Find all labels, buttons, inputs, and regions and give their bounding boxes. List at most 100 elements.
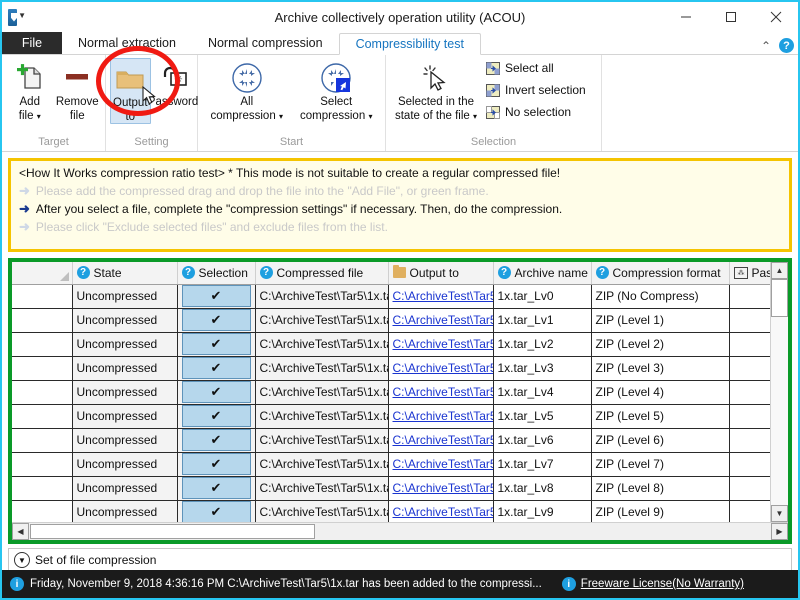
cell-compression-format[interactable]: ZIP (Level 7) <box>591 452 729 476</box>
cell-compression-format[interactable]: ZIP (Level 2) <box>591 332 729 356</box>
remove-file-button[interactable]: Remove file <box>54 58 102 122</box>
table-row[interactable]: Uncompressed✔C:\ArchiveTest\Tar5\1x.tarC… <box>12 476 770 500</box>
cell-output-to[interactable]: C:\ArchiveTest\Tar5 <box>388 332 493 356</box>
cell-password[interactable] <box>729 380 770 404</box>
selection-checkbox[interactable]: ✔ <box>182 405 251 427</box>
select-all-button[interactable]: Select all <box>486 58 586 78</box>
selection-checkbox[interactable]: ✔ <box>182 285 251 307</box>
cell-archive-name[interactable]: 1x.tar_Lv5 <box>493 404 591 428</box>
cell-archive-name[interactable]: 1x.tar_Lv2 <box>493 332 591 356</box>
cell-output-to[interactable]: C:\ArchiveTest\Tar5 <box>388 404 493 428</box>
scroll-left-button[interactable]: ◀ <box>12 523 29 540</box>
cell-compression-format[interactable]: ZIP (Level 6) <box>591 428 729 452</box>
help-icon[interactable]: ? <box>779 38 794 53</box>
column-header-corner[interactable] <box>12 262 72 284</box>
table-row[interactable]: Uncompressed✔C:\ArchiveTest\Tar5\1x.tarC… <box>12 404 770 428</box>
cell-password[interactable] <box>729 404 770 428</box>
row-header-cell[interactable] <box>12 284 72 308</box>
minimize-button[interactable] <box>663 2 708 32</box>
password-button[interactable]: ✳ Password <box>151 58 196 109</box>
output-to-link[interactable]: C:\ArchiveTest\Tar5 <box>393 433 494 447</box>
output-to-link[interactable]: C:\ArchiveTest\Tar5 <box>393 409 494 423</box>
cell-archive-name[interactable]: 1x.tar_Lv0 <box>493 284 591 308</box>
maximize-button[interactable] <box>708 2 753 32</box>
scroll-right-button[interactable]: ▶ <box>771 523 788 540</box>
cell-compression-format[interactable]: ZIP (Level 4) <box>591 380 729 404</box>
cell-output-to[interactable]: C:\ArchiveTest\Tar5 <box>388 452 493 476</box>
cell-password[interactable] <box>729 500 770 522</box>
cell-compression-format[interactable]: ZIP (Level 5) <box>591 404 729 428</box>
column-header-state[interactable]: ?State <box>72 262 177 284</box>
cell-password[interactable] <box>729 356 770 380</box>
table-row[interactable]: Uncompressed✔C:\ArchiveTest\Tar5\1x.tarC… <box>12 500 770 522</box>
cell-compression-format[interactable]: ZIP (Level 1) <box>591 308 729 332</box>
cell-selection[interactable]: ✔ <box>177 500 255 522</box>
row-header-cell[interactable] <box>12 356 72 380</box>
selected-in-state-caret-icon[interactable]: ▾ <box>473 112 477 121</box>
cell-compression-format[interactable]: ZIP (No Compress) <box>591 284 729 308</box>
output-to-link[interactable]: C:\ArchiveTest\Tar5 <box>393 313 494 327</box>
tab-compressibility-test[interactable]: Compressibility test <box>339 33 481 55</box>
select-compression-button[interactable]: Select compression ▾ <box>297 58 375 123</box>
cell-archive-name[interactable]: 1x.tar_Lv8 <box>493 476 591 500</box>
horizontal-scroll-thumb[interactable] <box>30 524 315 539</box>
cell-password[interactable] <box>729 452 770 476</box>
tab-normal-compression[interactable]: Normal compression <box>192 32 339 54</box>
set-of-file-compression-expander[interactable]: ▼ Set of file compression <box>8 548 792 572</box>
select-compression-caret-icon[interactable]: ▾ <box>368 112 372 121</box>
row-header-cell[interactable] <box>12 332 72 356</box>
horizontal-scrollbar[interactable]: ◀ ▶ <box>12 522 788 540</box>
cell-output-to[interactable]: C:\ArchiveTest\Tar5 <box>388 284 493 308</box>
invert-selection-button[interactable]: Invert selection <box>486 80 586 100</box>
vertical-scroll-thumb[interactable] <box>771 279 788 317</box>
cell-password[interactable] <box>729 476 770 500</box>
cell-output-to[interactable]: C:\ArchiveTest\Tar5 <box>388 428 493 452</box>
column-header-password[interactable]: ⁂Password <box>729 262 770 284</box>
row-header-cell[interactable] <box>12 500 72 522</box>
cell-selection[interactable]: ✔ <box>177 404 255 428</box>
tab-normal-extraction[interactable]: Normal extraction <box>62 32 192 54</box>
cell-selection[interactable]: ✔ <box>177 284 255 308</box>
output-to-link[interactable]: C:\ArchiveTest\Tar5 <box>393 385 494 399</box>
all-compression-caret-icon[interactable]: ▾ <box>279 112 283 121</box>
cell-password[interactable] <box>729 332 770 356</box>
cell-output-to[interactable]: C:\ArchiveTest\Tar5 <box>388 380 493 404</box>
selection-checkbox[interactable]: ✔ <box>182 501 251 522</box>
cell-password[interactable] <box>729 284 770 308</box>
table-row[interactable]: Uncompressed✔C:\ArchiveTest\Tar5\1x.tarC… <box>12 452 770 476</box>
column-header-archive-name[interactable]: ?Archive name <box>493 262 591 284</box>
cell-archive-name[interactable]: 1x.tar_Lv1 <box>493 308 591 332</box>
column-header-compression-format[interactable]: ?Compression format <box>591 262 729 284</box>
no-selection-button[interactable]: No selection <box>486 102 586 122</box>
selection-checkbox[interactable]: ✔ <box>182 357 251 379</box>
output-to-link[interactable]: C:\ArchiveTest\Tar5 <box>393 505 494 519</box>
scroll-up-button[interactable]: ▲ <box>771 262 788 279</box>
cell-selection[interactable]: ✔ <box>177 476 255 500</box>
cell-selection[interactable]: ✔ <box>177 428 255 452</box>
cell-selection[interactable]: ✔ <box>177 308 255 332</box>
output-to-link[interactable]: C:\ArchiveTest\Tar5 <box>393 457 494 471</box>
license-link[interactable]: Freeware License(No Warranty) <box>581 578 744 590</box>
cell-selection[interactable]: ✔ <box>177 380 255 404</box>
cell-password[interactable] <box>729 428 770 452</box>
cell-password[interactable] <box>729 308 770 332</box>
help-icon[interactable]: ? <box>260 266 273 279</box>
cell-compression-format[interactable]: ZIP (Level 8) <box>591 476 729 500</box>
cell-output-to[interactable]: C:\ArchiveTest\Tar5 <box>388 356 493 380</box>
output-to-link[interactable]: C:\ArchiveTest\Tar5 <box>393 361 494 375</box>
selection-checkbox[interactable]: ✔ <box>182 381 251 403</box>
add-file-caret-icon[interactable]: ▾ <box>37 112 41 121</box>
file-list-drop-frame[interactable]: ?State ?Selection ?Compressed file Outpu… <box>8 258 792 544</box>
output-to-link[interactable]: C:\ArchiveTest\Tar5 <box>393 337 494 351</box>
row-header-cell[interactable] <box>12 428 72 452</box>
cell-archive-name[interactable]: 1x.tar_Lv6 <box>493 428 591 452</box>
row-header-cell[interactable] <box>12 308 72 332</box>
cell-selection[interactable]: ✔ <box>177 452 255 476</box>
selection-checkbox[interactable]: ✔ <box>182 333 251 355</box>
vertical-scroll-track[interactable] <box>771 317 788 505</box>
row-header-cell[interactable] <box>12 404 72 428</box>
scroll-down-button[interactable]: ▼ <box>771 505 788 522</box>
table-row[interactable]: Uncompressed✔C:\ArchiveTest\Tar5\1x.tarC… <box>12 332 770 356</box>
output-to-button[interactable]: Output to <box>110 58 151 124</box>
cell-compression-format[interactable]: ZIP (Level 3) <box>591 356 729 380</box>
